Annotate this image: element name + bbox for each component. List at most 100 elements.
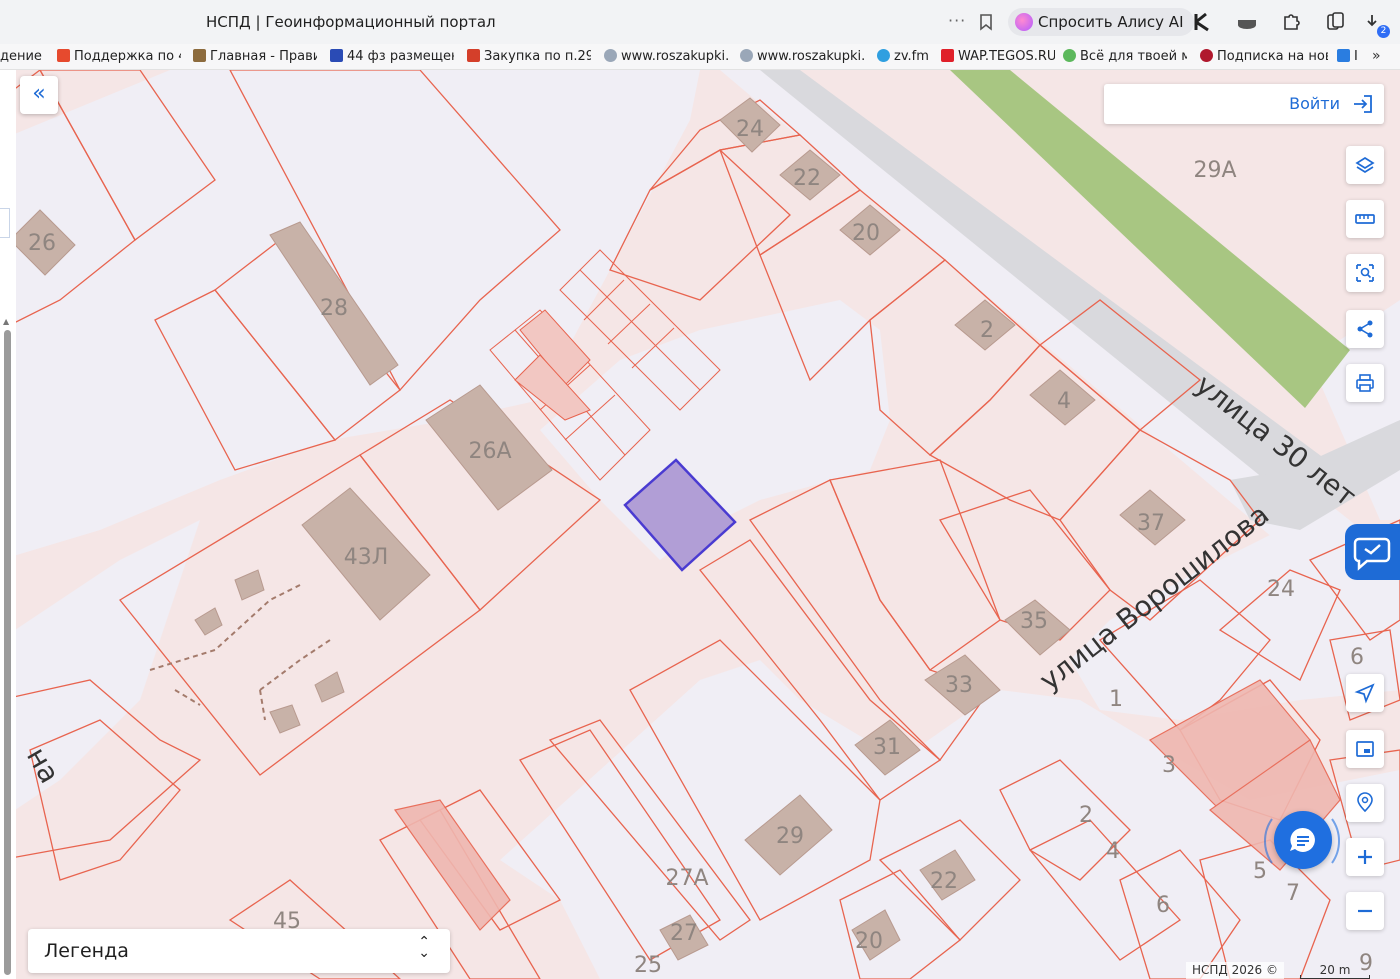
chat-button[interactable]: [1274, 811, 1332, 869]
locate-icon: [1354, 683, 1375, 704]
area-select-button[interactable]: [1346, 254, 1384, 292]
bookmark-item[interactable]: Закупка по п.29 ч: [467, 48, 591, 66]
bookmark-favicon: [941, 49, 954, 62]
zoom-out-icon: [1358, 909, 1372, 913]
parcel-label: 1: [1109, 687, 1123, 712]
alice-button[interactable]: Спросить Алису AI: [1008, 8, 1194, 36]
bookmarks-more-button[interactable]: »: [1372, 48, 1381, 64]
browser-titlebar: НСПД | Геоинформационный портал ··· Спро…: [0, 0, 1400, 44]
parcel-label: 27: [670, 921, 698, 946]
collections-icon[interactable]: [1324, 11, 1346, 33]
zoom-out-button[interactable]: [1346, 892, 1384, 930]
extension-k-icon[interactable]: [1192, 11, 1214, 33]
parcel-label: 2: [980, 318, 994, 343]
parcel-label: 6: [1350, 645, 1364, 670]
parcel-label: 37: [1137, 511, 1165, 536]
tab-menu-button[interactable]: ···: [948, 11, 966, 30]
parcel-label: 28: [320, 296, 348, 321]
parcel-label: 33: [945, 673, 973, 698]
parcel-label: 43Л: [344, 545, 389, 570]
scrollbar-thumb[interactable]: [4, 330, 11, 975]
scroll-up-icon[interactable]: ▲: [3, 317, 9, 326]
left-panel-edge: [0, 208, 10, 238]
login-label: Войти: [1289, 94, 1340, 113]
bookmark-item[interactable]: WAP.TEGOS.RU: [941, 48, 1055, 66]
copyright-text: НСПД 2026 ©: [1186, 962, 1284, 979]
bookmark-item[interactable]: www.roszakupki.r: [604, 48, 728, 66]
parcel-label: 3: [1162, 753, 1176, 778]
parcel-label: 29А: [1193, 158, 1236, 183]
bookmark-favicon: [467, 49, 480, 62]
area-select-icon: [1356, 264, 1374, 282]
layers-icon: [1355, 156, 1375, 174]
chat-icon: [1290, 827, 1315, 852]
chat-widget[interactable]: [1258, 797, 1346, 885]
zoom-in-icon: [1358, 850, 1372, 864]
print-button[interactable]: [1346, 364, 1384, 402]
screen-icon: [1356, 741, 1374, 757]
alice-icon: [1015, 13, 1033, 31]
parcel-label: 22: [793, 166, 821, 191]
print-icon: [1356, 374, 1374, 392]
collapse-panel-button[interactable]: «: [20, 76, 58, 114]
bookmark-favicon: [604, 49, 617, 62]
parcel-label: 31: [873, 735, 901, 760]
bookmark-item[interactable]: www.roszakupki.r: [740, 48, 864, 66]
search-place-icon: [1357, 792, 1373, 813]
legend-expand-icon: ⌃ ⌄: [418, 934, 430, 961]
parcel-label: 2: [1079, 803, 1093, 828]
bookmark-item[interactable]: Всё для твоей мо: [1063, 48, 1187, 66]
legend-label: Легенда: [44, 940, 129, 962]
bookmark-favicon: [1063, 49, 1076, 62]
bookmark-item[interactable]: I: [1337, 48, 1361, 66]
login-button[interactable]: Войти: [1104, 84, 1384, 124]
bookmark-item[interactable]: zv.fm: [877, 48, 937, 66]
parcel-label: 27А: [665, 866, 708, 891]
share-button[interactable]: [1346, 310, 1384, 348]
parcel-label: 4: [1106, 839, 1120, 864]
extension-hat-icon[interactable]: [1236, 11, 1258, 33]
bookmark-favicon: [877, 49, 890, 62]
search-place-button[interactable]: [1346, 784, 1384, 822]
legend-dropdown[interactable]: Легенда ⌃ ⌄: [28, 929, 450, 973]
bookmark-item[interactable]: Поддержка по 44: [57, 48, 181, 66]
layers-button[interactable]: [1346, 146, 1384, 184]
bookmark-favicon: [57, 49, 70, 62]
alice-button-label: Спросить Алису AI: [1038, 13, 1184, 31]
extensions-puzzle-icon[interactable]: [1280, 11, 1302, 33]
bookmark-item[interactable]: 44 фз размещени: [330, 48, 454, 66]
tab-title[interactable]: НСПД | Геоинформационный портал: [206, 13, 496, 31]
parcel-label: 24: [736, 117, 764, 142]
bookmark-item[interactable]: Главная - Правите: [193, 48, 317, 66]
parcel-label: 26А: [468, 439, 511, 464]
bookmark-item[interactable]: дение т: [0, 48, 44, 66]
scale-bar: [1300, 975, 1370, 979]
parcel-label: 6: [1156, 893, 1170, 918]
share-icon: [1357, 320, 1373, 338]
login-icon: [1354, 95, 1372, 113]
zoom-in-button[interactable]: [1346, 838, 1384, 876]
browser-window: НСПД | Геоинформационный портал ··· Спро…: [0, 0, 1400, 979]
parcel-label: 20: [852, 221, 880, 246]
ruler-button[interactable]: [1346, 200, 1384, 238]
bookmark-favicon: [1337, 49, 1350, 62]
bookmark-icon[interactable]: [976, 12, 996, 32]
bookmark-favicon: [193, 49, 206, 62]
bookmark-item[interactable]: Подписка на ново: [1200, 48, 1328, 66]
screen-button[interactable]: [1346, 730, 1384, 768]
bookmarks-bar: дение т Поддержка по 44 Главная - Правит…: [0, 44, 1400, 70]
map-canvas[interactable]: 24 22 20 26 28 2 4 29А 26А 43Л 37 35 33 …: [0, 70, 1400, 979]
parcel-label: 25: [634, 953, 662, 978]
parcel-label: 29: [776, 824, 804, 849]
left-panel-scrollbar[interactable]: ▲: [0, 70, 16, 979]
parcel-label: 26: [28, 231, 56, 256]
downloads-badge: 2: [1377, 25, 1390, 38]
parcel-label: 4: [1057, 389, 1071, 414]
locate-button[interactable]: [1346, 674, 1384, 712]
parcel-label: 22: [930, 869, 958, 894]
cadastral-map[interactable]: 24 22 20 26 28 2 4 29А 26А 43Л 37 35 33 …: [0, 70, 1400, 979]
parcel-label: 20: [855, 929, 883, 954]
parcel-label: 35: [1020, 609, 1048, 634]
feedback-tab[interactable]: [1345, 524, 1400, 580]
feedback-icon: [1353, 537, 1391, 571]
